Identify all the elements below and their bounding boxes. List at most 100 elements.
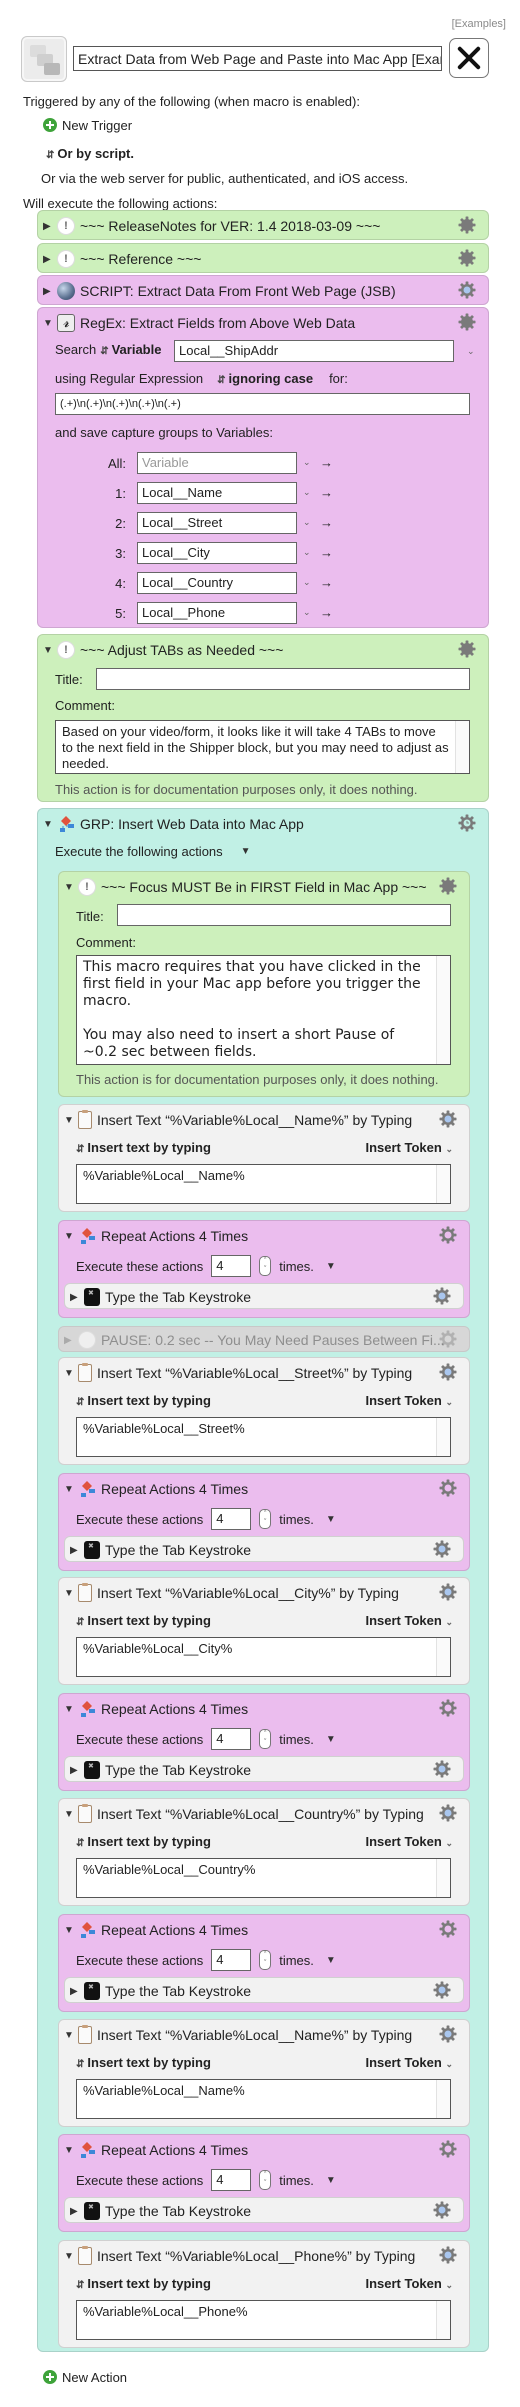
- gear-icon[interactable]: [433, 2201, 451, 2219]
- chevron-down-icon[interactable]: ⌄: [303, 547, 311, 558]
- scrollbar[interactable]: [436, 956, 450, 1064]
- disclosure-triangle-expanded-icon[interactable]: ▼: [43, 819, 57, 830]
- insert-mode-popup[interactable]: ⇵ Insert text by typing: [76, 2276, 211, 2291]
- disclosure-triangle-expanded-icon[interactable]: ▼: [64, 1231, 78, 1242]
- disclosure-triangle-collapsed-icon[interactable]: ▶: [43, 286, 57, 297]
- action-insert-text[interactable]: ▼ Insert Text “%Variable%Local__Street%” …: [58, 1357, 470, 1465]
- disclosure-triangle-collapsed-icon[interactable]: ▶: [70, 1545, 84, 1556]
- insert-mode-popup[interactable]: ⇵ Insert text by typing: [76, 1613, 211, 1628]
- gear-icon[interactable]: [433, 1287, 451, 1305]
- insert-text-field[interactable]: %Variable%Local__Name%: [76, 2079, 451, 2119]
- action-repeat[interactable]: ▼ Repeat Actions 4 Times Execute these act…: [58, 1473, 470, 1571]
- execute-options-triangle-icon[interactable]: ▼: [241, 846, 255, 857]
- action-script[interactable]: ▶ SCRIPT: Extract Data From Front Web Pa…: [37, 275, 489, 305]
- action-type-keystroke[interactable]: ▶ Type the Tab Keystroke: [64, 1756, 464, 1782]
- case-mode-popup[interactable]: ⇵ ignoring case: [217, 371, 313, 386]
- gear-icon[interactable]: [458, 249, 476, 267]
- gear-icon[interactable]: [458, 216, 476, 234]
- repeat-options-triangle-icon[interactable]: ▼: [326, 1955, 340, 1966]
- gear-timeout-icon[interactable]: [458, 281, 476, 299]
- disclosure-triangle-collapsed-icon[interactable]: ▶: [70, 2206, 84, 2217]
- close-icon[interactable]: [449, 38, 489, 78]
- action-repeat[interactable]: ▼ Repeat Actions 4 Times Execute these act…: [58, 1693, 470, 1791]
- chevron-down-icon[interactable]: ⌄: [303, 607, 311, 618]
- comment-title-input[interactable]: [96, 668, 470, 690]
- scrollbar[interactable]: [436, 1638, 450, 1676]
- repeat-options-triangle-icon[interactable]: ▼: [326, 1261, 340, 1272]
- repeat-count-stepper[interactable]: ˆˇ: [259, 1950, 272, 1970]
- insert-text-field[interactable]: %Variable%Local__City%: [76, 1637, 451, 1677]
- capture-group-variable-input[interactable]: Local__Country: [137, 572, 297, 594]
- action-reference[interactable]: ▶ ! ~~~ Reference ~~~: [37, 243, 489, 273]
- or-by-script-popup[interactable]: ⇵ Or by script.: [46, 146, 134, 161]
- repeat-count-input[interactable]: 4: [211, 1255, 252, 1277]
- insert-text-field[interactable]: %Variable%Local__Country%: [76, 1858, 451, 1898]
- disclosure-triangle-collapsed-icon[interactable]: ▶: [70, 1986, 84, 1997]
- gear-timeout-icon[interactable]: [439, 1699, 457, 1717]
- capture-group-variable-input[interactable]: Local__Phone: [137, 602, 297, 624]
- macro-group-icon[interactable]: [21, 36, 67, 82]
- action-focus-note[interactable]: ▼ ! ~~~ Focus MUST Be in FIRST Field in …: [58, 871, 470, 1097]
- repeat-count-stepper[interactable]: ˆˇ: [259, 1509, 272, 1529]
- action-pause-disabled[interactable]: ▶ PAUSE: 0.2 sec -- You May Need Pauses B…: [58, 1326, 470, 1352]
- gear-icon[interactable]: [433, 1760, 451, 1778]
- gear-icon[interactable]: [439, 1110, 457, 1128]
- gear-icon[interactable]: [439, 1804, 457, 1822]
- comment-textarea[interactable]: This macro requires that you have clicke…: [76, 955, 451, 1065]
- capture-group-variable-input[interactable]: Variable: [137, 452, 297, 474]
- gear-timeout-icon[interactable]: [439, 1226, 457, 1244]
- gear-timeout-icon[interactable]: [439, 1479, 457, 1497]
- arrow-right-icon[interactable]: →: [320, 605, 333, 620]
- source-variable-input[interactable]: Local__ShipAddr: [174, 340, 454, 362]
- disclosure-triangle-expanded-icon[interactable]: ▼: [43, 645, 57, 656]
- action-repeat[interactable]: ▼ Repeat Actions 4 Times Execute these act…: [58, 2134, 470, 2232]
- repeat-count-input[interactable]: 4: [211, 2169, 252, 2191]
- arrow-right-icon[interactable]: →: [320, 545, 333, 560]
- gear-icon[interactable]: [439, 1583, 457, 1601]
- action-group[interactable]: ▼ GRP: Insert Web Data into Mac App Exec…: [37, 808, 489, 2352]
- disclosure-triangle-expanded-icon[interactable]: ▼: [64, 2251, 78, 2262]
- disclosure-triangle-collapsed-icon[interactable]: ▶: [70, 1292, 84, 1303]
- disclosure-triangle-expanded-icon[interactable]: ▼: [64, 1925, 78, 1936]
- insert-token-menu[interactable]: Insert Token ⌄: [365, 2276, 453, 2291]
- repeat-count-input[interactable]: 4: [211, 1728, 252, 1750]
- disclosure-triangle-collapsed-icon[interactable]: ▶: [43, 221, 57, 232]
- insert-text-field[interactable]: %Variable%Local__Name%: [76, 1164, 451, 1204]
- scrollbar[interactable]: [436, 2080, 450, 2118]
- action-type-keystroke[interactable]: ▶ Type the Tab Keystroke: [64, 1283, 464, 1309]
- gear-timeout-icon[interactable]: [458, 814, 476, 832]
- chevron-down-icon[interactable]: ⌄: [303, 577, 311, 588]
- disclosure-triangle-expanded-icon[interactable]: ▼: [64, 1484, 78, 1495]
- macro-name-input[interactable]: Extract Data from Web Page and Paste int…: [73, 46, 442, 71]
- capture-group-variable-input[interactable]: Local__Street: [137, 512, 297, 534]
- action-insert-text[interactable]: ▼ Insert Text “%Variable%Local__Phone%” b…: [58, 2240, 470, 2348]
- insert-text-field[interactable]: %Variable%Local__Phone%: [76, 2300, 451, 2340]
- gear-timeout-icon[interactable]: [439, 2140, 457, 2158]
- action-regex[interactable]: ▼ 𝓻 RegEx: Extract Fields from Above Web…: [37, 307, 489, 628]
- action-type-keystroke[interactable]: ▶ Type the Tab Keystroke: [64, 2197, 464, 2223]
- regex-pattern-input[interactable]: (.+)\n(.+)\n(.+)\n(.+)\n(.+): [55, 393, 470, 415]
- capture-group-variable-input[interactable]: Local__Name: [137, 482, 297, 504]
- disclosure-triangle-expanded-icon[interactable]: ▼: [64, 1115, 78, 1126]
- insert-mode-popup[interactable]: ⇵ Insert text by typing: [76, 2055, 211, 2070]
- disclosure-triangle-expanded-icon[interactable]: ▼: [64, 1368, 78, 1379]
- action-repeat[interactable]: ▼ Repeat Actions 4 Times Execute these act…: [58, 1220, 470, 1318]
- scrollbar[interactable]: [436, 1165, 450, 1203]
- insert-mode-popup[interactable]: ⇵ Insert text by typing: [76, 1393, 211, 1408]
- repeat-options-triangle-icon[interactable]: ▼: [326, 1734, 340, 1745]
- disclosure-triangle-expanded-icon[interactable]: ▼: [64, 882, 78, 893]
- disclosure-triangle-expanded-icon[interactable]: ▼: [64, 2145, 78, 2156]
- arrow-right-icon[interactable]: →: [320, 455, 333, 470]
- gear-icon[interactable]: [439, 2246, 457, 2264]
- gear-timeout-icon[interactable]: [439, 1920, 457, 1938]
- action-insert-text[interactable]: ▼ Insert Text “%Variable%Local__Name%” by…: [58, 2019, 470, 2127]
- gear-icon[interactable]: [433, 1540, 451, 1558]
- action-release-notes[interactable]: ▶ ! ~~~ ReleaseNotes for VER: 1.4 2018-0…: [37, 210, 489, 240]
- arrow-right-icon[interactable]: →: [320, 515, 333, 530]
- disclosure-triangle-collapsed-icon[interactable]: ▶: [43, 254, 57, 265]
- comment-title-input[interactable]: [117, 904, 451, 926]
- action-type-keystroke[interactable]: ▶ Type the Tab Keystroke: [64, 1536, 464, 1562]
- insert-token-menu[interactable]: Insert Token ⌄: [365, 2055, 453, 2070]
- insert-token-menu[interactable]: Insert Token ⌄: [365, 1140, 453, 1155]
- insert-mode-popup[interactable]: ⇵ Insert text by typing: [76, 1834, 211, 1849]
